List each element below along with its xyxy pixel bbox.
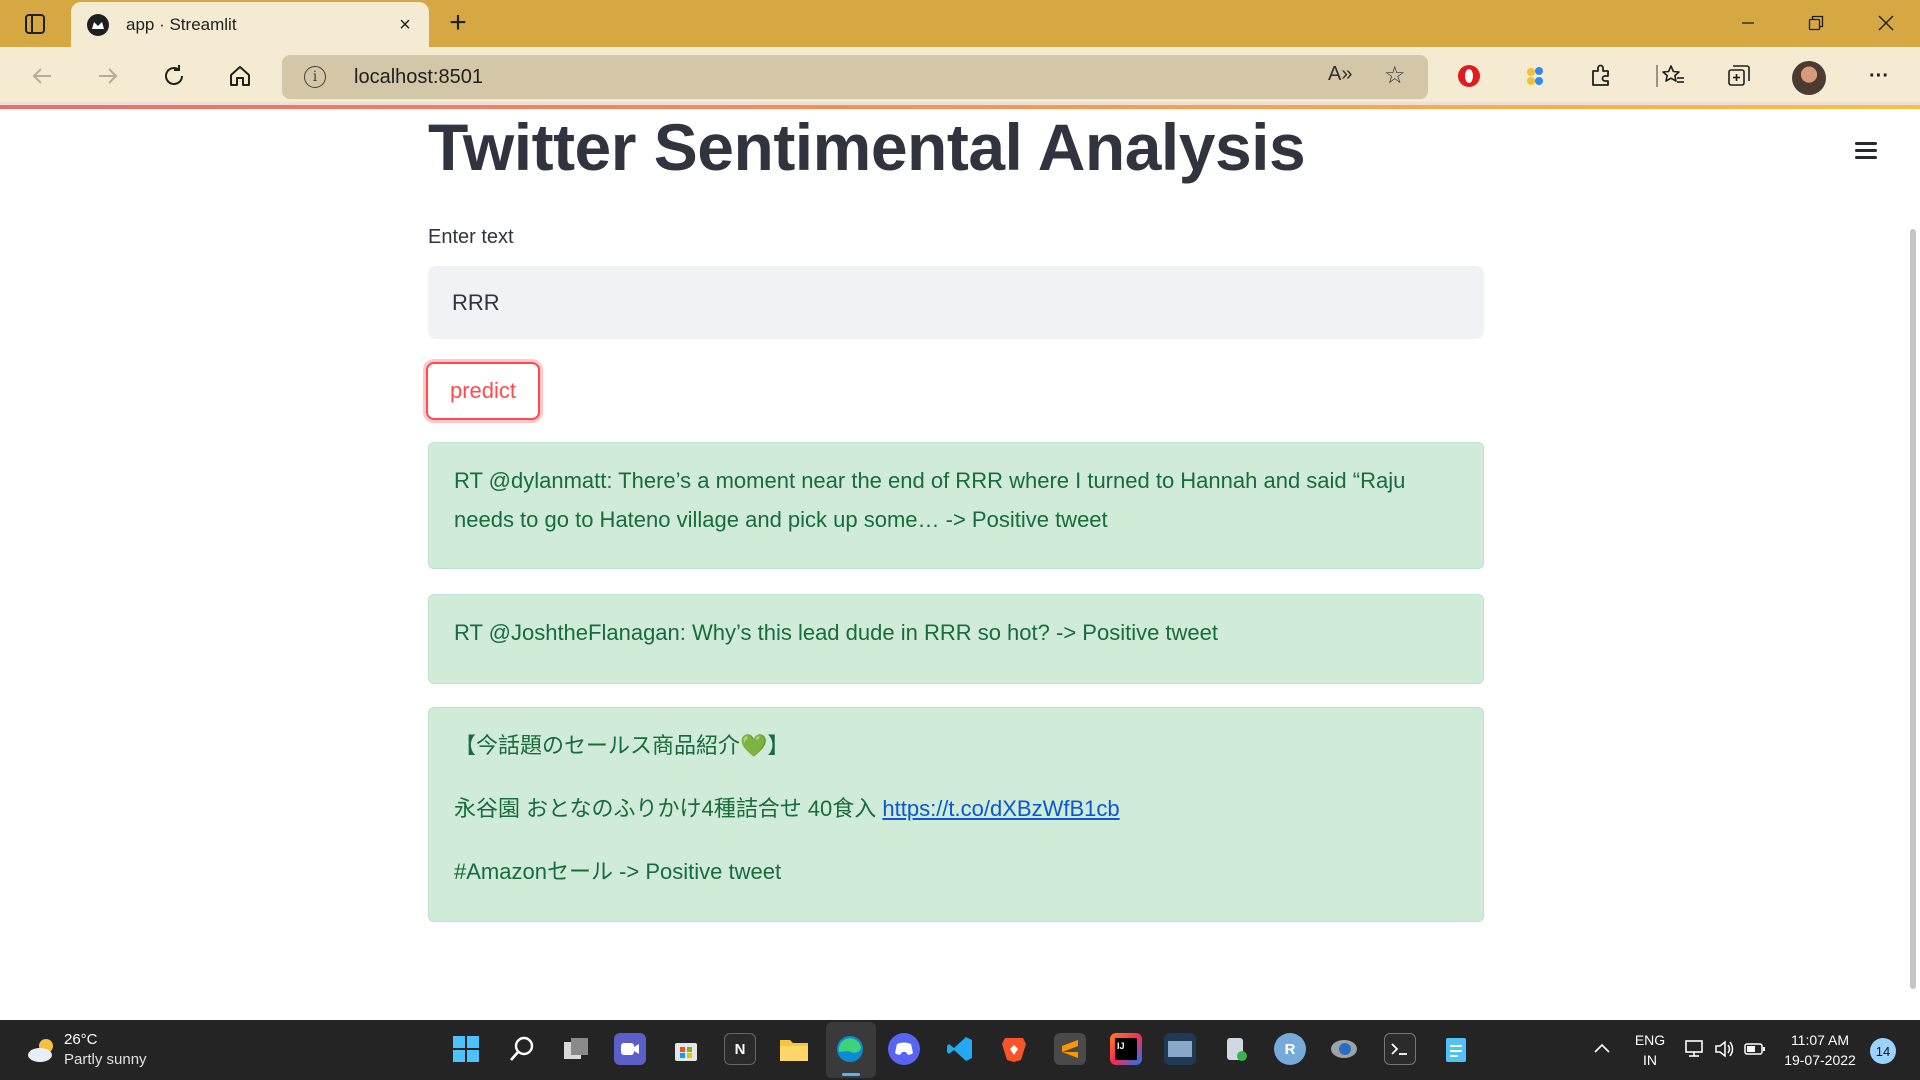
- browser-tab-strip: app · Streamlit × +: [0, 0, 1920, 48]
- result-text: 永谷園 おとなのふりかけ4種詰合せ 40食入: [454, 796, 883, 821]
- file-explorer-icon[interactable]: [778, 1033, 810, 1065]
- volume-icon[interactable]: [1712, 1036, 1738, 1062]
- site-info-icon[interactable]: i: [304, 66, 326, 88]
- task-view-icon[interactable]: [560, 1033, 592, 1065]
- back-icon[interactable]: [24, 60, 60, 92]
- notion-icon[interactable]: N: [724, 1033, 756, 1065]
- refresh-icon[interactable]: [156, 60, 192, 92]
- network-icon[interactable]: [1682, 1036, 1708, 1062]
- tab-close-icon[interactable]: ×: [391, 11, 419, 39]
- edge-icon[interactable]: [834, 1033, 866, 1065]
- start-icon[interactable]: [450, 1033, 482, 1065]
- notification-badge[interactable]: 14: [1870, 1038, 1896, 1064]
- close-window-icon[interactable]: [1852, 0, 1920, 46]
- minimize-icon[interactable]: [1714, 0, 1782, 46]
- add-favorite-icon[interactable]: ☆: [1384, 61, 1406, 90]
- home-icon[interactable]: [222, 60, 258, 92]
- result-alert: 【今話題のセールス商品紹介💚】 永谷園 おとなのふりかけ4種詰合せ 40食入 h…: [428, 707, 1484, 922]
- active-app-indicator: [842, 1073, 860, 1076]
- clock-date: 19-07-2022: [1784, 1052, 1856, 1068]
- opera-adblock-icon[interactable]: [1452, 59, 1486, 93]
- tweet-text-input[interactable]: RRR: [428, 266, 1484, 339]
- brave-icon[interactable]: [998, 1033, 1030, 1065]
- read-aloud-icon[interactable]: A»: [1328, 63, 1352, 86]
- windows-taskbar: 26°C Partly sunny N IJ R ENG IN 11:07 AM…: [0, 1020, 1920, 1080]
- terminal-icon[interactable]: [1384, 1033, 1416, 1065]
- page-scrollbar[interactable]: [1910, 229, 1916, 989]
- vscode-icon[interactable]: [944, 1033, 976, 1065]
- address-bar[interactable]: i localhost:8501 A» ☆: [282, 55, 1428, 99]
- predict-button[interactable]: predict: [426, 362, 540, 420]
- tab-actions-icon[interactable]: [18, 9, 52, 39]
- language-indicator[interactable]: ENG IN: [1630, 1030, 1670, 1070]
- sql-tool-icon[interactable]: [1164, 1033, 1196, 1065]
- new-tab-button[interactable]: +: [442, 6, 474, 39]
- input-label: Enter text: [428, 226, 514, 248]
- result-text: RT @dylanmatt: There’s a moment near the…: [454, 468, 1406, 532]
- rstudio-icon[interactable]: [1328, 1033, 1360, 1065]
- weather-widget[interactable]: 26°C Partly sunny: [26, 1030, 186, 1072]
- weather-description: Partly sunny: [64, 1051, 147, 1068]
- r-console-icon[interactable]: R: [1274, 1033, 1306, 1065]
- teams-chat-icon[interactable]: [614, 1033, 646, 1065]
- restore-icon[interactable]: [1782, 0, 1850, 46]
- result-text: #Amazonセール -> Positive tweet: [454, 859, 782, 884]
- weather-temperature: 26°C: [64, 1031, 98, 1048]
- extension-colorful-icon[interactable]: [1518, 59, 1552, 93]
- result-alert: RT @JoshtheFlanagan: Why’s this lead dud…: [428, 594, 1484, 684]
- extensions-puzzle-icon[interactable]: [1584, 59, 1618, 93]
- battery-icon[interactable]: [1742, 1036, 1768, 1062]
- profile-avatar[interactable]: [1792, 61, 1826, 95]
- intellij-icon[interactable]: IJ: [1110, 1033, 1142, 1065]
- partly-sunny-icon: [28, 1039, 53, 1062]
- notepad-icon[interactable]: [1440, 1033, 1472, 1065]
- database-app-icon[interactable]: [1220, 1033, 1252, 1065]
- favorites-icon[interactable]: [1656, 59, 1690, 93]
- browser-toolbar: i localhost:8501 A» ☆ ···: [0, 47, 1920, 105]
- tweet-link[interactable]: https://t.co/dXBzWfB1cb: [882, 796, 1119, 821]
- streamlit-favicon-icon: [87, 14, 109, 36]
- result-text: RT @JoshtheFlanagan: Why’s this lead dud…: [454, 620, 1219, 645]
- result-text: 【今話題のセールス商品紹介💚】: [454, 733, 790, 758]
- search-icon[interactable]: [506, 1033, 538, 1065]
- microsoft-store-icon[interactable]: [670, 1033, 702, 1065]
- language-code: ENG: [1634, 1032, 1666, 1048]
- app-main: Twitter Sentimental Analysis Enter text …: [0, 109, 1920, 1020]
- forward-icon[interactable]: [90, 60, 126, 92]
- show-hidden-icons-chevron-icon[interactable]: [1590, 1036, 1614, 1060]
- language-region: IN: [1643, 1052, 1657, 1068]
- collections-icon[interactable]: [1722, 59, 1756, 93]
- url-text[interactable]: localhost:8501: [354, 66, 483, 89]
- result-text-line: 永谷園 おとなのふりかけ4種詰合せ 40食入 https://t.co/dXBz…: [454, 789, 1458, 828]
- settings-more-icon[interactable]: ···: [1862, 59, 1896, 93]
- sublime-text-icon[interactable]: [1054, 1033, 1086, 1065]
- clock[interactable]: 11:07 AM 19-07-2022: [1776, 1030, 1864, 1070]
- clock-time: 11:07 AM: [1790, 1032, 1850, 1048]
- tab-active[interactable]: app · Streamlit ×: [71, 2, 429, 48]
- discord-icon[interactable]: [888, 1033, 920, 1065]
- main-menu-icon[interactable]: [1853, 139, 1881, 161]
- tab-title: app · Streamlit: [126, 15, 237, 34]
- result-alert: RT @dylanmatt: There’s a moment near the…: [428, 442, 1484, 569]
- page-title: Twitter Sentimental Analysis: [428, 110, 1306, 184]
